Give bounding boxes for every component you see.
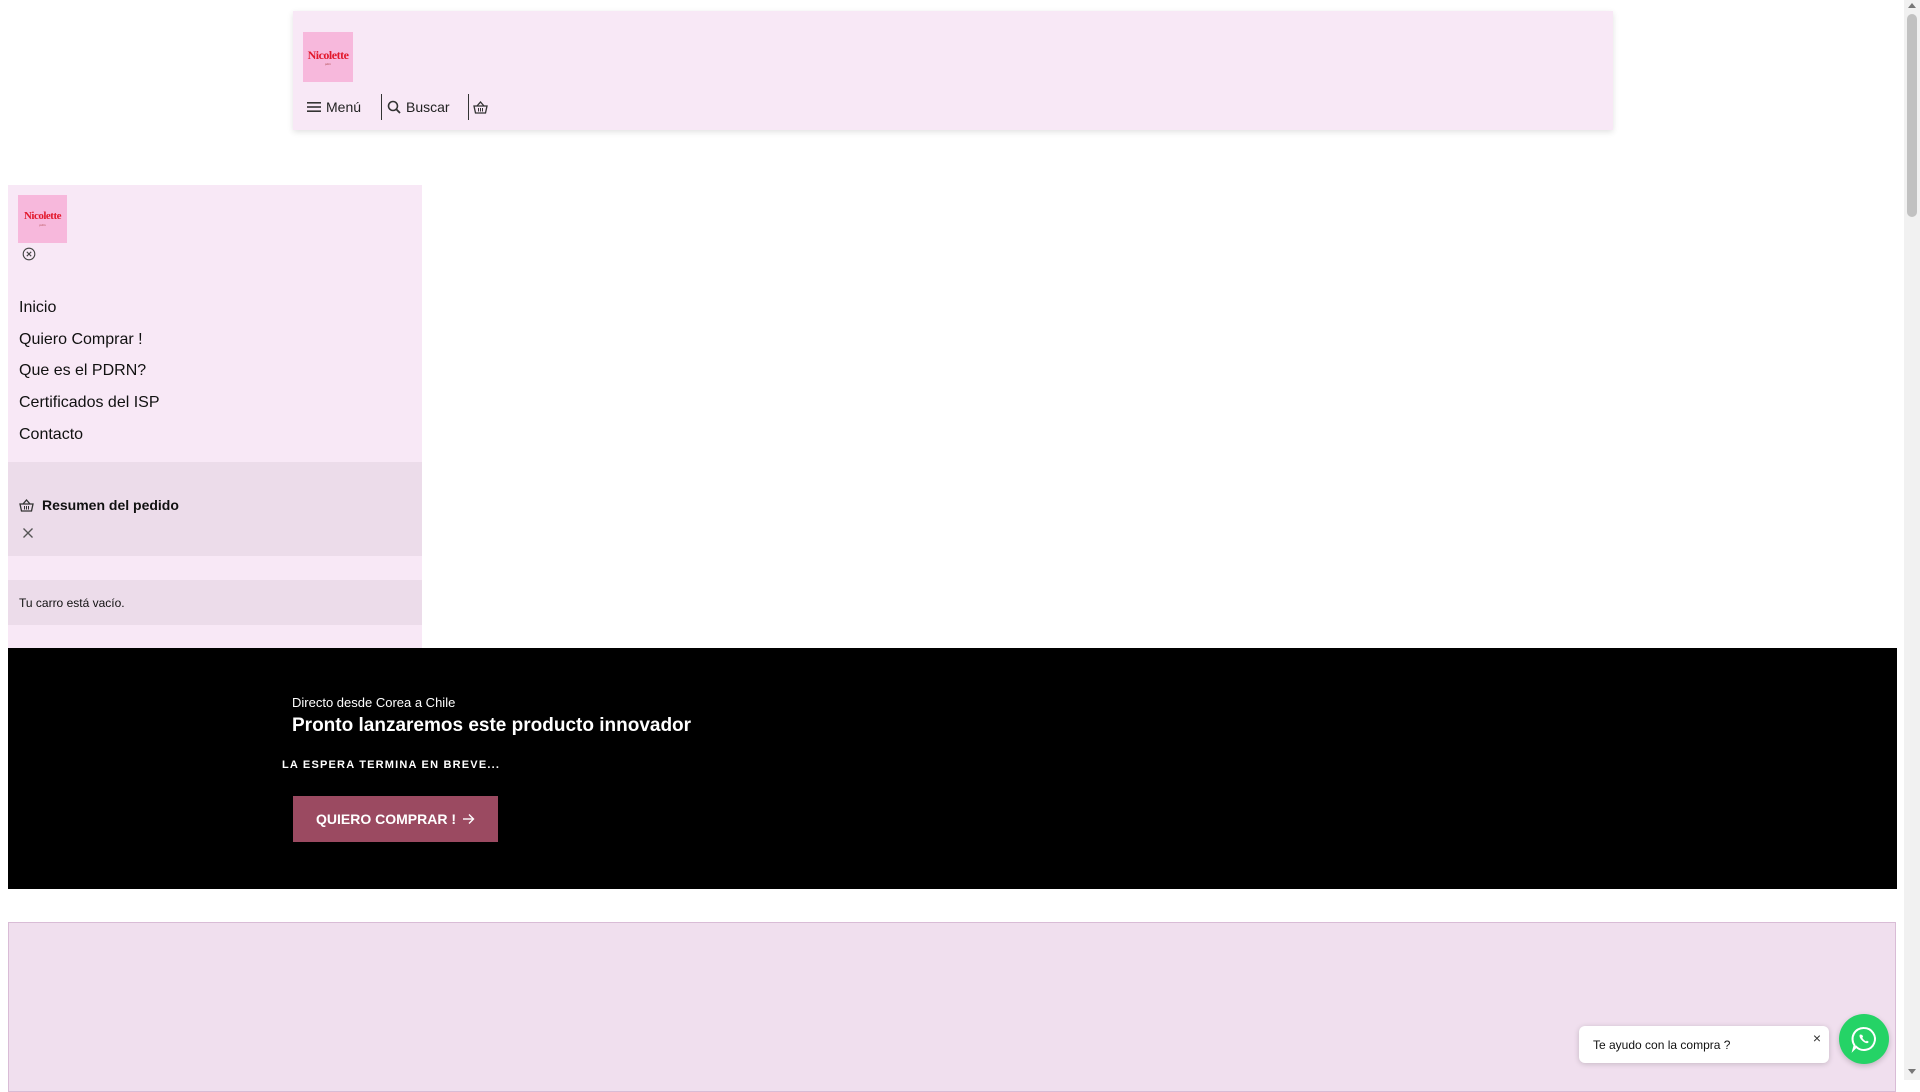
page-scrollbar[interactable] <box>1904 0 1920 1080</box>
cart-empty-message: Tu carro está vacío. <box>8 580 422 625</box>
hero-kicker: LA ESPERA TERMINA EN BREVE... <box>282 759 501 771</box>
cart-summary-header: Resumen del pedido <box>8 462 422 556</box>
scrollbar-thumb[interactable] <box>1907 14 1917 217</box>
arrow-right-icon <box>463 814 475 824</box>
panel-logo[interactable]: Nicolette pdrn <box>18 195 67 243</box>
menu-item-quiero-comprar[interactable]: Quiero Comprar ! <box>19 331 143 349</box>
cart-close-button[interactable] <box>22 526 34 544</box>
menu-item-que-es-pdrn[interactable]: Que es el PDRN? <box>19 362 146 380</box>
menu-button[interactable]: Menú <box>307 94 361 120</box>
menu-item-certificados[interactable]: Certificados del ISP <box>19 394 160 412</box>
menu-item-contacto[interactable]: Contacto <box>19 426 83 444</box>
buy-now-button[interactable]: QUIERO COMPRAR ! <box>293 796 498 842</box>
menu-item-inicio[interactable]: Inicio <box>19 299 56 317</box>
hero-title: Pronto lanzaremos este producto innovado… <box>292 715 692 736</box>
logo-sub-text: pdrn <box>324 61 331 66</box>
buy-now-label: QUIERO COMPRAR ! <box>316 811 456 827</box>
site-header: Nicolette pdrn Menú Buscar <box>293 11 1613 130</box>
cart-summary-label: Resumen del pedido <box>42 497 179 513</box>
whatsapp-icon <box>1851 1026 1876 1053</box>
chat-bubble[interactable]: Te ayudo con la compra ? × <box>1579 1026 1829 1063</box>
search-button[interactable]: Buscar <box>381 94 450 120</box>
site-logo[interactable]: Nicolette pdrn <box>303 32 353 82</box>
basket-icon <box>19 498 34 512</box>
cart-button[interactable] <box>468 94 493 120</box>
hero-eyebrow: Directo desde Corea a Chile <box>292 695 456 710</box>
scroll-down-arrow-icon[interactable] <box>1908 1069 1916 1074</box>
cart-summary-title: Resumen del pedido <box>19 497 179 513</box>
scroll-up-arrow-icon[interactable] <box>1908 3 1916 8</box>
search-icon <box>387 100 401 114</box>
logo-brand-text: Nicolette <box>307 47 349 62</box>
logo-sub-text: pdrn <box>39 223 46 227</box>
logo-brand-text: Nicolette <box>23 210 62 222</box>
circle-x-icon <box>22 247 36 261</box>
basket-icon <box>473 100 488 114</box>
chat-bubble-text: Te ayudo con la compra ? <box>1593 1037 1731 1052</box>
panel-close-button[interactable] <box>22 247 36 266</box>
offcanvas-panel: Nicolette pdrn Inicio Quiero Comprar ! Q… <box>8 185 422 648</box>
content-band <box>8 922 1896 1092</box>
close-icon <box>23 528 33 538</box>
hamburger-icon <box>307 102 321 112</box>
search-button-label: Buscar <box>406 99 450 115</box>
menu-button-label: Menú <box>326 99 362 115</box>
chat-bubble-close-button[interactable]: × <box>1813 1030 1821 1046</box>
whatsapp-button[interactable] <box>1839 1014 1889 1064</box>
hero-section: Directo desde Corea a Chile Pronto lanza… <box>8 648 1897 889</box>
